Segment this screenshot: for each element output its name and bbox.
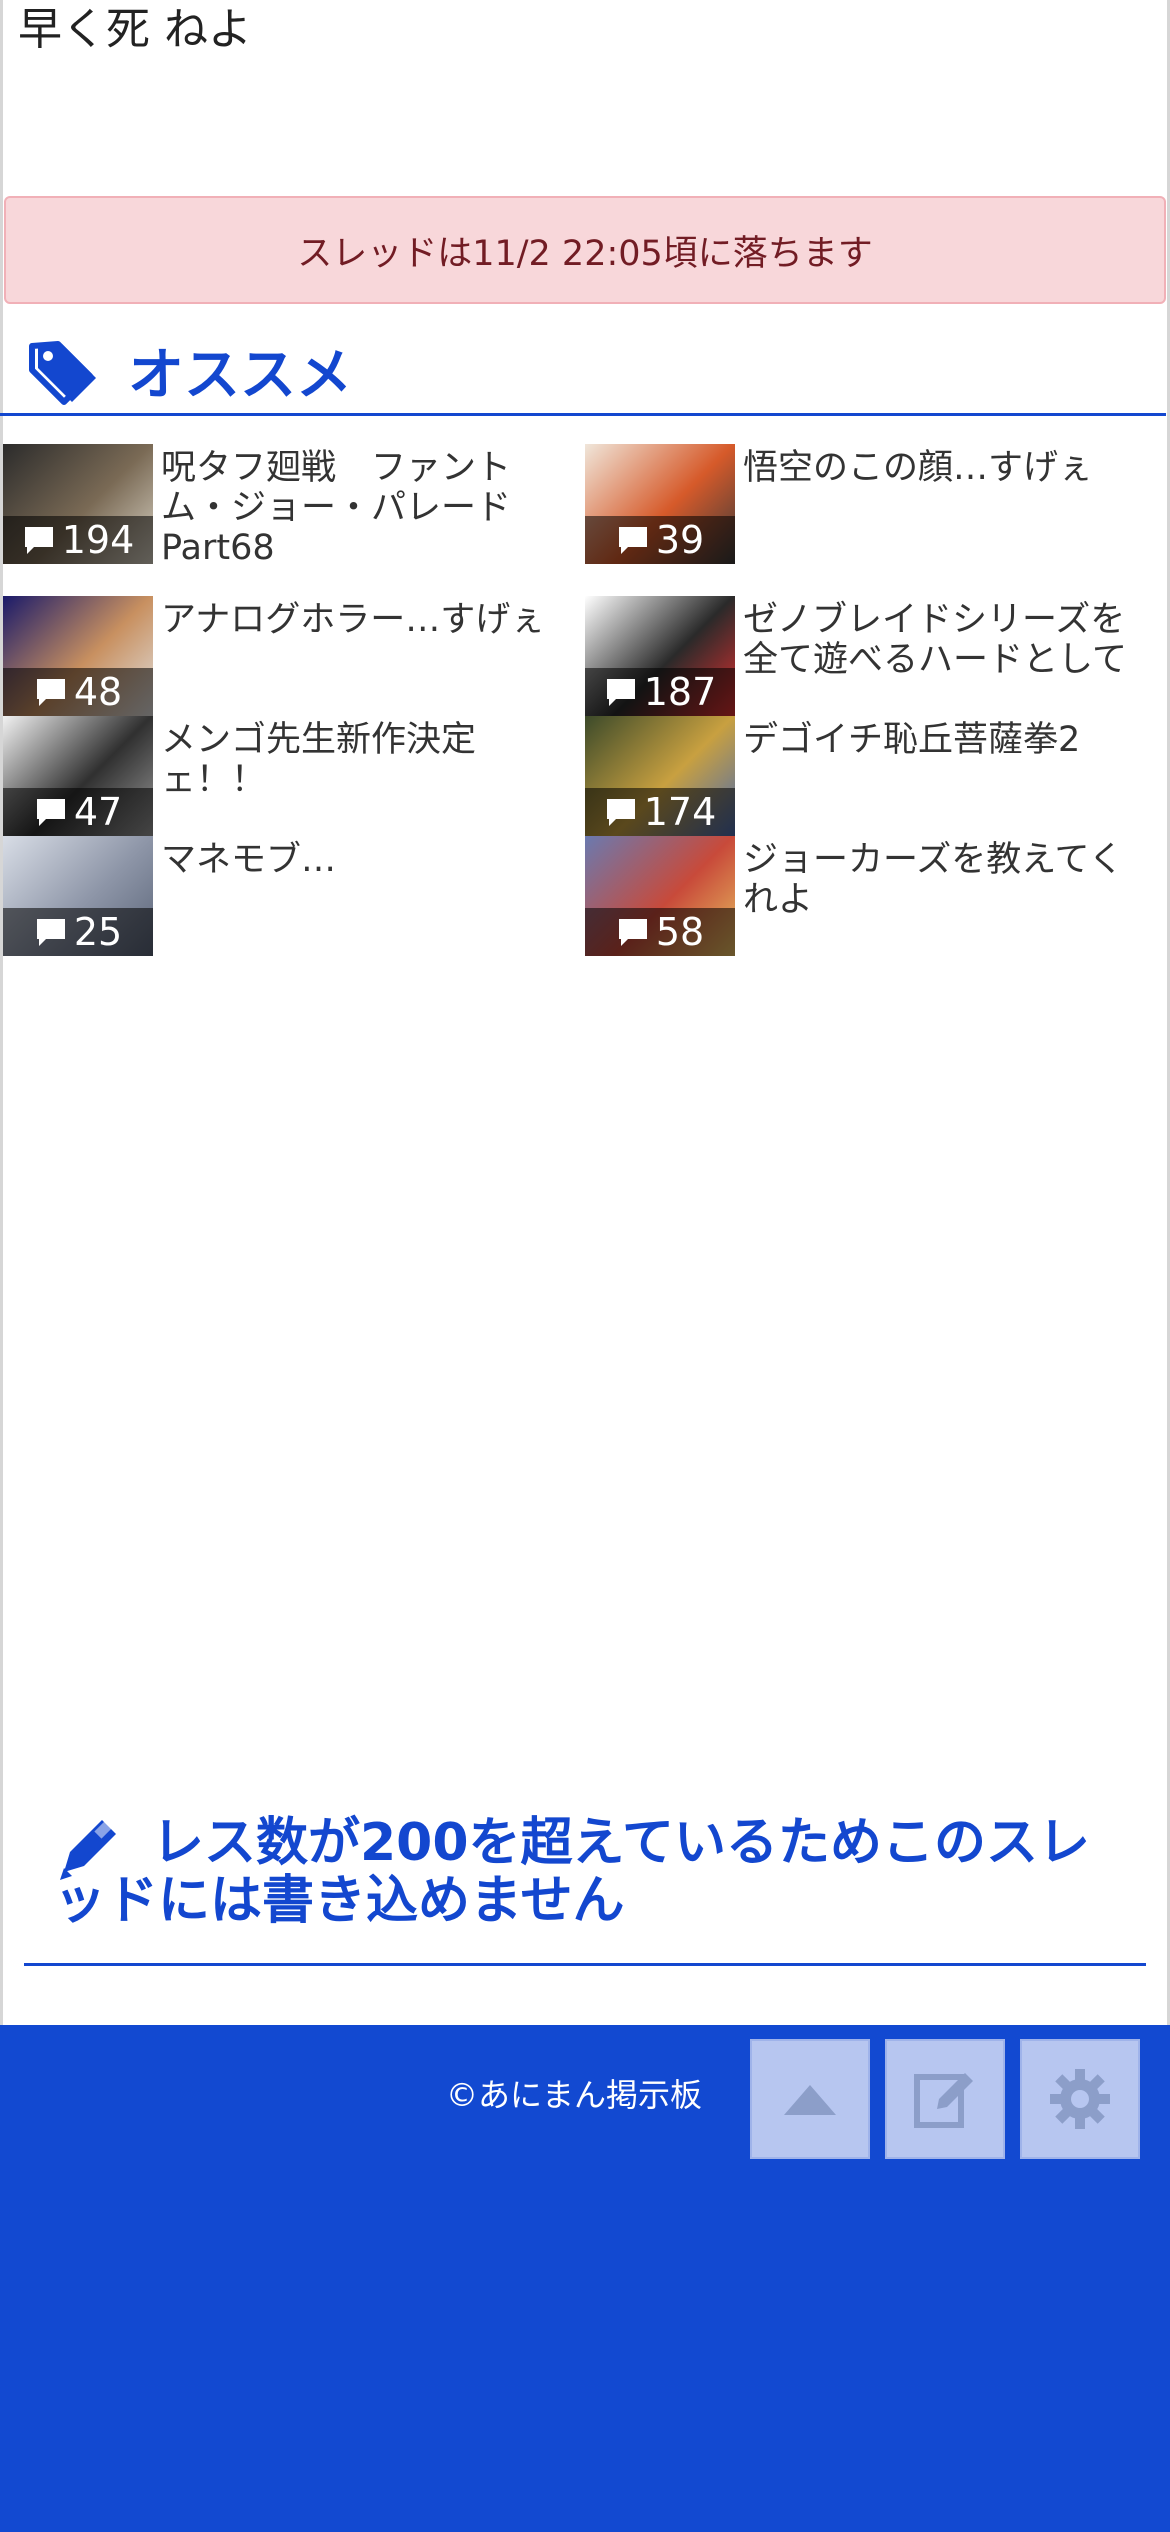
comment-icon bbox=[36, 799, 65, 826]
thread-thumbnail[interactable]: 39 bbox=[585, 444, 735, 564]
gear-icon bbox=[1050, 2069, 1110, 2129]
thread-expiry-alert: スレッドは11/2 22:05頃に落ちます bbox=[4, 196, 1166, 304]
comment-icon bbox=[618, 919, 647, 946]
footer: ©あにまん掲示板 bbox=[0, 2025, 1170, 2532]
alert-text: スレッドは11/2 22:05頃に落ちます bbox=[297, 233, 873, 274]
comment-count-badge: 174 bbox=[585, 788, 735, 836]
comment-count: 194 bbox=[61, 518, 135, 562]
comment-icon bbox=[36, 679, 65, 706]
write-disabled-notice: レス数が200を超えているためこのスレッドには書き込めません bbox=[24, 1806, 1146, 1966]
recommend-item[interactable]: 48 アナログホラー…すげぇ bbox=[3, 596, 583, 716]
comment-count-badge: 194 bbox=[3, 516, 153, 564]
comment-icon bbox=[606, 679, 635, 706]
recommend-item[interactable]: 187 ゼノブレイドシリーズを全て遊べるハードとして bbox=[585, 596, 1165, 716]
recommend-item[interactable]: 194 呪タフ廻戦 ファントム・ジョー・パレードPart68 bbox=[3, 444, 583, 568]
thread-title-link[interactable]: 悟空のこの顔…すげぇ bbox=[743, 448, 1153, 488]
triangle-up-icon bbox=[784, 2085, 836, 2115]
comment-icon bbox=[36, 919, 65, 946]
comment-count-badge: 39 bbox=[585, 516, 735, 564]
thread-title-link[interactable]: アナログホラー…すげぇ bbox=[161, 600, 571, 640]
thread-thumbnail[interactable]: 194 bbox=[3, 444, 153, 564]
thread-title-link[interactable]: 呪タフ廻戦 ファントム・ジョー・パレードPart68 bbox=[161, 448, 571, 568]
comment-count: 39 bbox=[655, 518, 705, 562]
thread-title-link[interactable]: マネモブ… bbox=[161, 840, 571, 880]
thread-thumbnail[interactable]: 47 bbox=[3, 716, 153, 836]
recommend-item[interactable]: 58 ジョーカーズを教えてくれよ bbox=[585, 836, 1165, 956]
comment-count: 187 bbox=[643, 670, 717, 714]
thread-thumbnail[interactable]: 174 bbox=[585, 716, 735, 836]
comment-icon bbox=[618, 527, 647, 554]
recommend-item[interactable]: 25 マネモブ… bbox=[3, 836, 583, 956]
thread-title-link[interactable]: メンゴ先生新作決定ェ！！ bbox=[161, 720, 571, 800]
recommend-item[interactable]: 47 メンゴ先生新作決定ェ！！ bbox=[3, 716, 583, 836]
comment-count: 25 bbox=[73, 910, 123, 954]
recommend-header: オススメ bbox=[0, 330, 1166, 416]
thread-title-link[interactable]: ジョーカーズを教えてくれよ bbox=[743, 840, 1153, 920]
thread-title-link[interactable]: デゴイチ恥丘菩薩拳2 bbox=[743, 720, 1153, 760]
comment-icon bbox=[24, 527, 53, 554]
recommend-title: オススメ bbox=[128, 343, 352, 408]
comment-count-badge: 47 bbox=[3, 788, 153, 836]
comment-count-badge: 48 bbox=[3, 668, 153, 716]
post-body-text: 早く死 ねよ bbox=[18, 4, 252, 55]
recommend-item[interactable]: 39 悟空のこの顔…すげぇ bbox=[585, 444, 1165, 564]
settings-button[interactable] bbox=[1020, 2039, 1140, 2159]
thread-thumbnail[interactable]: 25 bbox=[3, 836, 153, 956]
thread-thumbnail[interactable]: 48 bbox=[3, 596, 153, 716]
recommend-item[interactable]: 174 デゴイチ恥丘菩薩拳2 bbox=[585, 716, 1165, 836]
comment-count-badge: 58 bbox=[585, 908, 735, 956]
thread-thumbnail[interactable]: 58 bbox=[585, 836, 735, 956]
thread-thumbnail[interactable]: 187 bbox=[585, 596, 735, 716]
comment-count-badge: 187 bbox=[585, 668, 735, 716]
comment-count-badge: 25 bbox=[3, 908, 153, 956]
write-button[interactable] bbox=[885, 2039, 1005, 2159]
comment-icon bbox=[606, 799, 635, 826]
tag-icon bbox=[29, 341, 96, 405]
write-disabled-text: レス数が200を超えているためこのスレッドには書き込めません bbox=[54, 1813, 1090, 1931]
scroll-top-button[interactable] bbox=[750, 2039, 870, 2159]
comment-count: 174 bbox=[643, 790, 717, 834]
copyright-text: ©あにまん掲示板 bbox=[446, 2076, 703, 2114]
edit-icon bbox=[914, 2073, 973, 2128]
comment-count: 47 bbox=[73, 790, 123, 834]
comment-count: 48 bbox=[73, 670, 123, 714]
thread-title-link[interactable]: ゼノブレイドシリーズを全て遊べるハードとして bbox=[743, 600, 1153, 680]
comment-count: 58 bbox=[655, 910, 705, 954]
